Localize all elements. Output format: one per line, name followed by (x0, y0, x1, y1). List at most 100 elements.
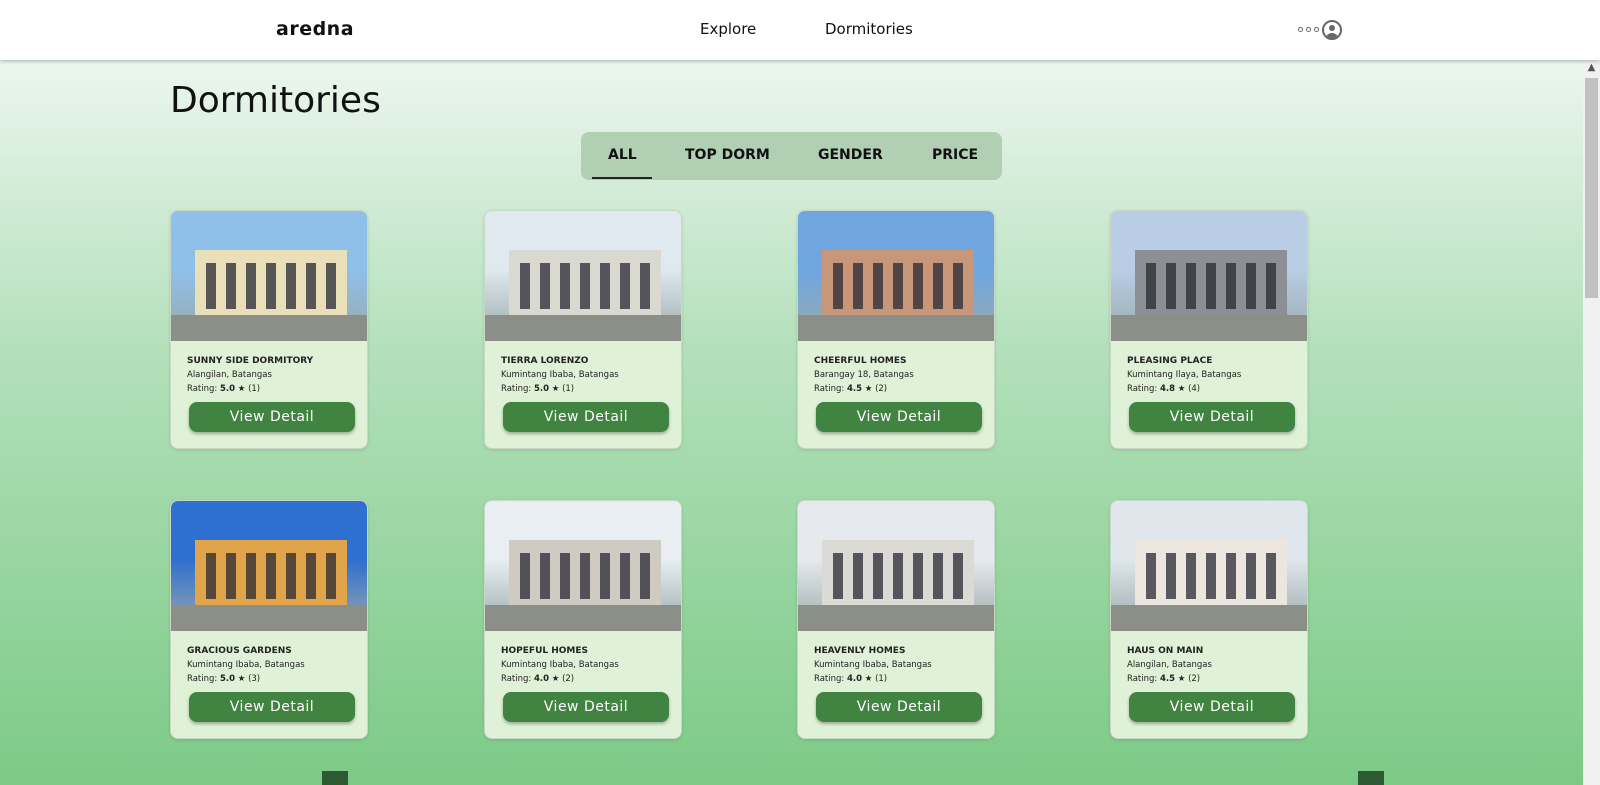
dorm-rating: Rating: 4.5 ★ (2) (814, 384, 887, 394)
review-count: (2) (562, 674, 575, 684)
dorm-card: PLEASING PLACE Kumintang Ilaya, Batangas… (1110, 210, 1308, 449)
dorm-rating: Rating: 4.5 ★ (2) (1127, 674, 1200, 684)
dorm-rating: Rating: 5.0 ★ (3) (187, 674, 260, 684)
view-detail-button[interactable]: View Detail (189, 402, 355, 432)
dorm-image[interactable] (798, 211, 994, 341)
dorm-name: GRACIOUS GARDENS (187, 646, 292, 656)
dorm-card: HOPEFUL HOMES Kumintang Ibaba, Batangas … (484, 500, 682, 739)
dorm-name: HEAVENLY HOMES (814, 646, 906, 656)
ground-shape (485, 605, 681, 631)
tab-top-dorm[interactable]: TOP DORM (685, 147, 770, 163)
windows-shape (833, 553, 963, 599)
dorm-image[interactable] (1111, 211, 1307, 341)
review-count: (1) (875, 674, 888, 684)
dorm-rating: Rating: 4.0 ★ (1) (814, 674, 887, 684)
review-count: (1) (562, 384, 575, 394)
dorm-image[interactable] (171, 211, 367, 341)
windows-shape (833, 263, 963, 309)
filter-tabs: ALL TOP DORM GENDER PRICE (581, 132, 1002, 180)
tab-price[interactable]: PRICE (932, 147, 978, 163)
star-icon: ★ (237, 674, 246, 684)
rating-value: 4.5 (846, 384, 863, 394)
dorm-location: Kumintang Ibaba, Batangas (187, 660, 305, 670)
view-detail-button[interactable]: View Detail (1129, 692, 1295, 722)
windows-shape (520, 263, 650, 309)
ground-shape (798, 605, 994, 631)
view-detail-button[interactable]: View Detail (816, 692, 982, 722)
page-title: Dormitories (170, 80, 381, 121)
dorm-rating: Rating: 5.0 ★ (1) (187, 384, 260, 394)
ground-shape (171, 605, 367, 631)
dorm-location: Kumintang Ilaya, Batangas (1127, 370, 1242, 380)
review-count: (4) (1188, 384, 1201, 394)
dorm-name: HAUS ON MAIN (1127, 646, 1204, 656)
dorm-rating: Rating: 4.0 ★ (2) (501, 674, 574, 684)
rating-value: 5.0 (533, 384, 550, 394)
rating-value: 5.0 (219, 674, 236, 684)
user-account-icon[interactable] (1322, 20, 1342, 40)
view-detail-button[interactable]: View Detail (189, 692, 355, 722)
windows-shape (206, 263, 336, 309)
brand-logo[interactable]: aredna (276, 18, 354, 40)
ground-shape (1111, 605, 1307, 631)
view-detail-button[interactable]: View Detail (503, 692, 669, 722)
rating-label: Rating: (187, 674, 218, 684)
dorm-location: Kumintang Ibaba, Batangas (814, 660, 932, 670)
windows-shape (1146, 263, 1276, 309)
top-navbar: aredna Explore Dormitories (0, 0, 1600, 60)
view-detail-button[interactable]: View Detail (503, 402, 669, 432)
dorm-card: CHEERFUL HOMES Barangay 18, Batangas Rat… (797, 210, 995, 449)
dorm-name: TIERRA LORENZO (501, 356, 589, 366)
star-icon: ★ (1177, 674, 1186, 684)
scrollbar[interactable]: ▲ (1583, 60, 1600, 785)
dorm-image[interactable] (798, 501, 994, 631)
more-icon[interactable] (1298, 27, 1319, 32)
view-detail-button[interactable]: View Detail (816, 402, 982, 432)
rating-value: 4.8 (1159, 384, 1176, 394)
star-icon: ★ (864, 384, 873, 394)
rating-value: 5.0 (219, 384, 236, 394)
review-count: (3) (248, 674, 261, 684)
dorm-image[interactable] (171, 501, 367, 631)
rating-label: Rating: (814, 384, 845, 394)
star-icon: ★ (237, 384, 246, 394)
dorm-rating: Rating: 5.0 ★ (1) (501, 384, 574, 394)
dorm-card: SUNNY SIDE DORMITORY Alangilan, Batangas… (170, 210, 368, 449)
dorm-image[interactable] (485, 501, 681, 631)
windows-shape (1146, 553, 1276, 599)
star-icon: ★ (551, 384, 560, 394)
rating-label: Rating: (187, 384, 218, 394)
nav-dormitories[interactable]: Dormitories (825, 20, 913, 38)
windows-shape (520, 553, 650, 599)
dorm-name: HOPEFUL HOMES (501, 646, 589, 656)
scroll-up-icon[interactable]: ▲ (1583, 62, 1600, 73)
rating-label: Rating: (1127, 674, 1158, 684)
dorm-card: GRACIOUS GARDENS Kumintang Ibaba, Batang… (170, 500, 368, 739)
view-detail-button[interactable]: View Detail (1129, 402, 1295, 432)
nav-explore[interactable]: Explore (700, 20, 756, 38)
dorm-name: CHEERFUL HOMES (814, 356, 907, 366)
dorm-rating: Rating: 4.8 ★ (4) (1127, 384, 1200, 394)
dorm-name: SUNNY SIDE DORMITORY (187, 356, 314, 366)
star-icon: ★ (1177, 384, 1186, 394)
review-count: (2) (1188, 674, 1201, 684)
star-icon: ★ (551, 674, 560, 684)
star-icon: ★ (864, 674, 873, 684)
windows-shape (206, 553, 336, 599)
dorm-image[interactable] (1111, 501, 1307, 631)
rating-label: Rating: (1127, 384, 1158, 394)
tab-gender[interactable]: GENDER (818, 147, 883, 163)
dorm-location: Alangilan, Batangas (187, 370, 272, 380)
tab-all[interactable]: ALL (592, 147, 652, 179)
ground-shape (798, 315, 994, 341)
dorm-card: TIERRA LORENZO Kumintang Ibaba, Batangas… (484, 210, 682, 449)
dorm-image[interactable] (485, 211, 681, 341)
dorm-card: HEAVENLY HOMES Kumintang Ibaba, Batangas… (797, 500, 995, 739)
building-icon (1358, 771, 1384, 785)
dorm-name: PLEASING PLACE (1127, 356, 1213, 366)
dorm-card: HAUS ON MAIN Alangilan, Batangas Rating:… (1110, 500, 1308, 739)
rating-label: Rating: (501, 384, 532, 394)
dorm-location: Kumintang Ibaba, Batangas (501, 660, 619, 670)
scrollbar-thumb[interactable] (1585, 78, 1598, 298)
ground-shape (1111, 315, 1307, 341)
